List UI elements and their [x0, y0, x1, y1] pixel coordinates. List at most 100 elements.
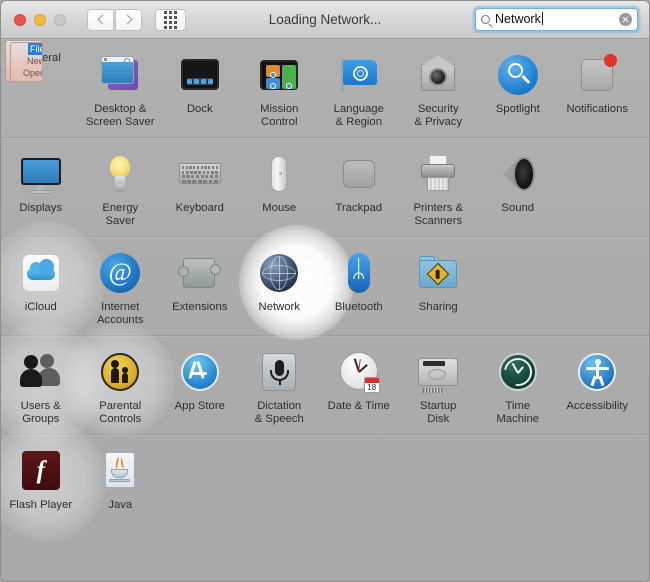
- pref-item-date-time[interactable]: 18 Date & Time: [319, 336, 399, 434]
- window-titlebar: Loading Network... Network: [1, 1, 649, 39]
- bluetooth-glyph: ᛦ: [336, 256, 382, 284]
- general-menu-open: Open: [23, 68, 43, 78]
- minimize-button[interactable]: [34, 14, 46, 26]
- pref-label: TimeMachine: [479, 400, 557, 426]
- notifications-icon: [574, 52, 620, 98]
- pref-item-notifications[interactable]: Notifications: [558, 39, 638, 137]
- time-machine-icon: [495, 349, 541, 395]
- window-controls: [14, 14, 66, 26]
- pref-item-mouse[interactable]: Mouse: [240, 138, 320, 236]
- pref-label: Printers &Scanners: [399, 202, 477, 228]
- pref-label: Java: [81, 499, 159, 512]
- pref-item-dictation-speech[interactable]: Dictation& Speech: [240, 336, 320, 434]
- date-time-icon: 18: [336, 349, 382, 395]
- pref-label: Notifications: [558, 103, 636, 116]
- preferences-grid: File New Open General Desktop &Screen Sa…: [1, 39, 649, 582]
- extensions-icon: [177, 250, 223, 296]
- show-all-button[interactable]: [155, 9, 186, 31]
- flash-glyph: f: [22, 451, 60, 490]
- security-privacy-icon: [415, 52, 461, 98]
- spotlight-icon: [495, 52, 541, 98]
- pref-item-security-privacy[interactable]: Security& Privacy: [399, 39, 479, 137]
- pref-label: Mouse: [240, 202, 318, 215]
- search-field[interactable]: Network: [475, 8, 638, 31]
- pref-label: Extensions: [161, 301, 239, 314]
- search-icon: [481, 15, 490, 24]
- pref-item-printers-scanners[interactable]: Printers &Scanners: [399, 138, 479, 236]
- pref-item-extensions[interactable]: Extensions: [160, 237, 240, 335]
- pref-item-users-groups[interactable]: Users &Groups: [1, 336, 81, 434]
- pref-item-bluetooth[interactable]: ᛦ Bluetooth: [319, 237, 399, 335]
- pref-item-java[interactable]: Java: [81, 435, 161, 529]
- text-caret: [542, 12, 543, 25]
- parental-controls-icon: [97, 349, 143, 395]
- accessibility-icon: [574, 349, 620, 395]
- startup-disk-icon: [415, 349, 461, 395]
- pref-label: Displays: [2, 202, 80, 215]
- pref-item-spotlight[interactable]: Spotlight: [478, 39, 558, 137]
- pref-item-app-store[interactable]: App Store: [160, 336, 240, 434]
- java-icon: [97, 448, 143, 494]
- pref-item-trackpad[interactable]: Trackpad: [319, 138, 399, 236]
- pref-item-accessibility[interactable]: Accessibility: [558, 336, 638, 434]
- back-button[interactable]: [87, 9, 114, 31]
- displays-icon: [18, 151, 64, 197]
- pref-item-time-machine[interactable]: TimeMachine: [478, 336, 558, 434]
- pref-label: Dock: [161, 103, 239, 116]
- general-menu-new: New: [27, 56, 43, 66]
- general-icon: File New Open: [5, 40, 43, 82]
- forward-button[interactable]: [115, 9, 142, 31]
- pref-label: Desktop &Screen Saver: [81, 103, 159, 129]
- preferences-row: Displays EnergySaver Keyboard: [1, 138, 649, 237]
- pref-label: ParentalControls: [81, 400, 159, 426]
- search-value: Network: [495, 12, 541, 26]
- pref-item-mission-control[interactable]: MissionControl: [240, 39, 320, 137]
- pref-item-icloud[interactable]: iCloud: [1, 237, 81, 335]
- close-button[interactable]: [14, 14, 26, 26]
- dictation-speech-icon: [256, 349, 302, 395]
- pref-item-language-region[interactable]: Language& Region: [319, 39, 399, 137]
- system-preferences-window: Loading Network... Network File New Open: [0, 0, 650, 582]
- pref-label: Bluetooth: [320, 301, 398, 314]
- zoom-button[interactable]: [54, 14, 66, 26]
- pref-label: Network: [240, 301, 318, 314]
- pref-item-sound[interactable]: Sound: [478, 138, 558, 236]
- pref-label: Sharing: [399, 301, 477, 314]
- dock-icon: [177, 52, 223, 98]
- pref-item-desktop-screen-saver[interactable]: Desktop &Screen Saver: [81, 39, 161, 137]
- pref-label: EnergySaver: [81, 202, 159, 228]
- pref-label: iCloud: [2, 301, 80, 314]
- chevron-left-icon: [97, 15, 107, 25]
- pref-item-parental-controls[interactable]: ParentalControls: [81, 336, 161, 434]
- pref-label: Date & Time: [320, 400, 398, 413]
- pref-item-energy-saver[interactable]: EnergySaver: [81, 138, 161, 236]
- pref-label: Sound: [479, 202, 557, 215]
- preferences-row: Users &Groups ParentalControls App Store: [1, 336, 649, 435]
- clear-search-button[interactable]: [619, 13, 632, 26]
- preferences-row: File New Open General Desktop &Screen Sa…: [1, 39, 649, 138]
- desktop-screensaver-icon: [97, 52, 143, 98]
- pref-label: StartupDisk: [399, 400, 477, 426]
- calendar-day: 18: [365, 383, 379, 393]
- language-region-icon: [336, 52, 382, 98]
- pref-label: Spotlight: [479, 103, 557, 116]
- general-menu-file: File: [28, 43, 43, 55]
- pref-label: Security& Privacy: [399, 103, 477, 129]
- pref-item-general[interactable]: File New Open General: [1, 39, 81, 137]
- search-input[interactable]: Network: [495, 9, 619, 30]
- pref-item-network[interactable]: Network: [240, 237, 320, 335]
- pref-label: Dictation& Speech: [240, 400, 318, 426]
- chevron-right-icon: [122, 15, 132, 25]
- pref-label: Flash Player: [2, 499, 80, 512]
- pref-item-startup-disk[interactable]: StartupDisk: [399, 336, 479, 434]
- pref-item-keyboard[interactable]: Keyboard: [160, 138, 240, 236]
- icloud-icon: [18, 250, 64, 296]
- pref-item-internet-accounts[interactable]: @ InternetAccounts: [81, 237, 161, 335]
- energy-saver-icon: [97, 151, 143, 197]
- pref-item-dock[interactable]: Dock: [160, 39, 240, 137]
- pref-item-displays[interactable]: Displays: [1, 138, 81, 236]
- pref-item-flash-player[interactable]: f Flash Player: [1, 435, 81, 529]
- app-store-icon: [177, 349, 223, 395]
- pref-item-sharing[interactable]: Sharing: [399, 237, 479, 335]
- preferences-row: iCloud @ InternetAccounts Extensions Net…: [1, 237, 649, 336]
